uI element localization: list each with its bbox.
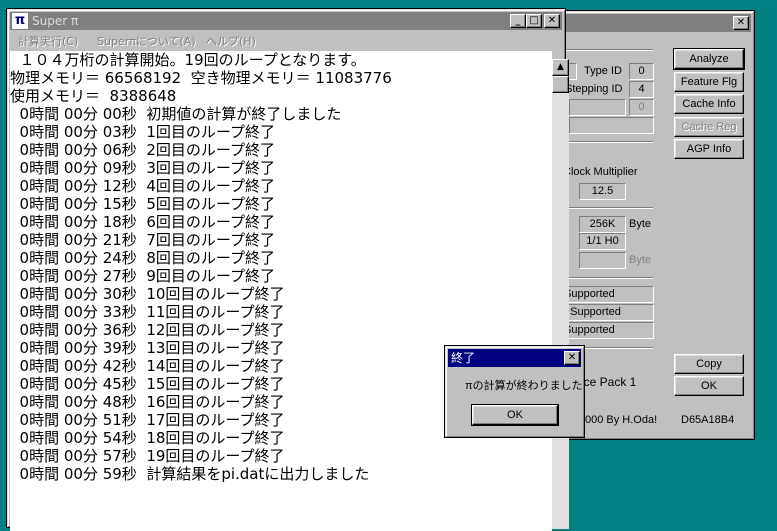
menu-about[interactable]: Superπについて(A) bbox=[97, 33, 196, 49]
menu-calculate[interactable]: 計算実行(C) bbox=[18, 33, 78, 49]
log-line: 0時間 00分 39秒 13回目のループ終了 bbox=[10, 339, 285, 357]
log-line: 0時間 00分 18秒 6回目のループ終了 bbox=[10, 213, 275, 231]
stepping-id-value: 4 bbox=[629, 81, 654, 98]
log-line: 0時間 00分 51秒 17回目のループ終了 bbox=[10, 411, 285, 429]
unnamed-value: 0 bbox=[629, 99, 654, 116]
cache-ratio-value: 1/1 H0 bbox=[579, 233, 626, 250]
clock-multiplier-label: Clock Multiplier bbox=[563, 166, 638, 178]
scroll-up-icon[interactable]: ▲ bbox=[552, 59, 569, 76]
header-line: １０４万桁の計算開始。19回のループとなります。 bbox=[10, 51, 366, 69]
log-line: 0時間 00分 57秒 19回目のループ終了 bbox=[10, 447, 285, 465]
log-line: 0時間 00分 03秒 1回目のループ終了 bbox=[10, 123, 275, 141]
log-line: 0時間 00分 12秒 4回目のループ終了 bbox=[10, 177, 275, 195]
log-line: 0時間 00分 24秒 8回目のループ終了 bbox=[10, 249, 275, 267]
superpi-window: π Super π _ □ ✕ 計算実行(C) Superπについて(A) ヘル… bbox=[6, 8, 569, 531]
cache2-value bbox=[579, 252, 626, 269]
cache2-unit: Byte bbox=[629, 254, 652, 266]
window-title: Super π bbox=[32, 14, 79, 28]
log-line: 0時間 00分 27秒 9回目のループ終了 bbox=[10, 267, 275, 285]
output-text-area[interactable]: １０４万桁の計算開始。19回のループとなります。 物理メモリ＝ 66568192 … bbox=[10, 51, 552, 531]
log-line: 0時間 00分 42秒 14回目のループ終了 bbox=[10, 357, 285, 375]
ok-button[interactable]: OK bbox=[674, 376, 744, 396]
divider bbox=[561, 49, 653, 51]
cpu-info-titlebar[interactable] bbox=[544, 14, 751, 32]
close-icon[interactable]: ✕ bbox=[733, 16, 749, 30]
header-line: 物理メモリ＝ 66568192 空き物理メモリ＝ 11083776 bbox=[10, 69, 392, 87]
header-line: 使用メモリ＝ 8388648 bbox=[10, 87, 177, 105]
dialog-ok-button[interactable]: OK bbox=[471, 404, 559, 426]
type-id-value: 0 bbox=[629, 63, 654, 80]
log-line: 0時間 00分 54秒 18回目のループ終了 bbox=[10, 429, 285, 447]
log-line: 0時間 00分 06秒 2回目のループ終了 bbox=[10, 141, 275, 159]
log-line: 0時間 00分 15秒 5回目のループ終了 bbox=[10, 195, 275, 213]
code-label: D65A18B4 bbox=[681, 414, 735, 426]
support-1: Supported bbox=[561, 286, 654, 303]
divider bbox=[561, 141, 653, 143]
cache-info-button[interactable]: Cache Info bbox=[674, 94, 744, 114]
log-line: 0時間 00分 33秒 11回目のループ終了 bbox=[10, 303, 285, 321]
stepping-id-label: Stepping ID bbox=[565, 83, 623, 95]
log-line: 0時間 00分 59秒 計算結果をpi.datに出力しました bbox=[10, 465, 370, 483]
cache-size-value: 256K bbox=[579, 216, 626, 233]
superpi-titlebar[interactable]: π Super π bbox=[10, 12, 562, 30]
type-id-label: Type ID bbox=[584, 65, 622, 77]
finish-dialog: 終了 ✕ πの計算が終わりました OK bbox=[444, 345, 585, 438]
support-3: Supported bbox=[561, 322, 654, 339]
log-line: 0時間 00分 09秒 3回目のループ終了 bbox=[10, 159, 275, 177]
dialog-titlebar[interactable]: 終了 bbox=[448, 349, 581, 367]
log-line: 0時間 00分 45秒 15回目のループ終了 bbox=[10, 375, 285, 393]
feature-flg-button[interactable]: Feature Flg bbox=[674, 72, 744, 92]
pi-icon: π bbox=[12, 13, 28, 29]
agp-info-button[interactable]: AGP Info bbox=[674, 139, 744, 159]
service-pack-label: ice Pack 1 bbox=[581, 375, 637, 389]
copy-button[interactable]: Copy bbox=[674, 354, 744, 374]
divider bbox=[561, 277, 653, 279]
log-line: 0時間 00分 00秒 初期値の計算が終了しました bbox=[10, 105, 342, 123]
maximize-icon[interactable]: □ bbox=[526, 14, 542, 28]
dialog-title: 終了 bbox=[451, 351, 476, 365]
close-icon[interactable]: ✕ bbox=[564, 351, 580, 365]
log-line: 0時間 00分 30秒 10回目のループ終了 bbox=[10, 285, 285, 303]
unnamed-field bbox=[569, 99, 626, 116]
credit-label: 000 By H.Oda! bbox=[585, 414, 658, 426]
close-icon[interactable]: ✕ bbox=[544, 14, 560, 28]
clock-multiplier-value: 12.5 bbox=[579, 183, 626, 200]
log-line: 0時間 00分 36秒 12回目のループ終了 bbox=[10, 321, 285, 339]
divider bbox=[561, 207, 653, 209]
cache-size-unit: Byte bbox=[629, 218, 652, 230]
log-line: 0時間 00分 48秒 16回目のループ終了 bbox=[10, 393, 285, 411]
dialog-message: πの計算が終わりました bbox=[465, 380, 583, 392]
cache-reg-button[interactable]: Cache Reg bbox=[674, 117, 744, 137]
menu-bar: 計算実行(C) Superπについて(A) ヘルプ(H) bbox=[10, 30, 562, 50]
menu-help[interactable]: ヘルプ(H) bbox=[206, 33, 256, 49]
minimize-icon[interactable]: _ bbox=[510, 14, 526, 28]
vertical-scrollbar[interactable]: ▲ bbox=[552, 59, 569, 529]
info-field bbox=[569, 117, 654, 134]
scroll-thumb[interactable] bbox=[552, 76, 569, 93]
analyze-button[interactable]: Analyze bbox=[673, 48, 745, 70]
support-2: t Supported bbox=[561, 304, 654, 321]
log-line: 0時間 00分 21秒 7回目のループ終了 bbox=[10, 231, 275, 249]
